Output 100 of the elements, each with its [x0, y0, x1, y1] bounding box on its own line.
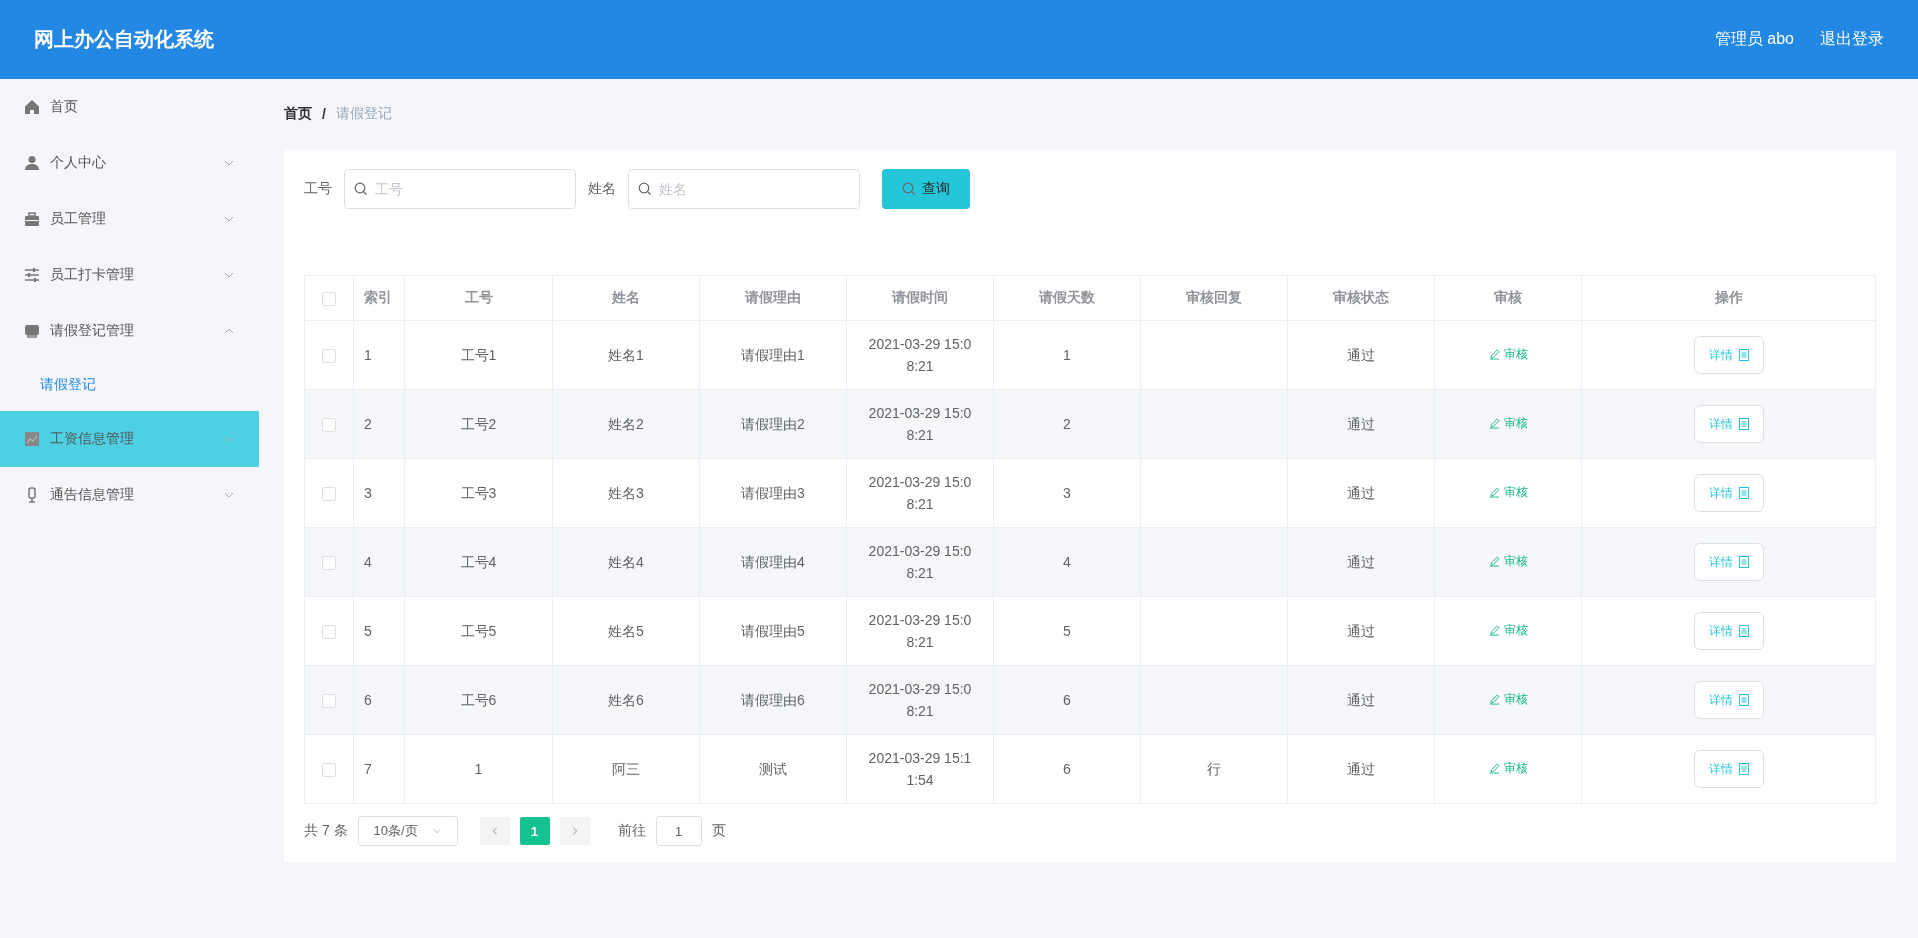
- search-field[interactable]: 工号: [344, 169, 576, 209]
- table-cell-text: 2021-03-29 15:08:21: [867, 473, 973, 514]
- checkbox[interactable]: [322, 292, 336, 307]
- table-cell: 请假理由5: [699, 596, 847, 666]
- review-button[interactable]: 审核: [1482, 414, 1534, 433]
- detail-button[interactable]: 详情: [1693, 681, 1764, 719]
- detail-button[interactable]: 详情: [1693, 612, 1764, 650]
- table-cell-text: 2021-03-29 15:11:54: [867, 749, 973, 790]
- search-icon: [354, 182, 368, 196]
- table-cell: 测试: [699, 734, 847, 804]
- pencil-icon: [1488, 556, 1500, 567]
- app-title: 网上办公自动化系统: [34, 27, 214, 52]
- table-cell: 请假理由6: [699, 665, 847, 735]
- table-cell: 4: [993, 527, 1141, 597]
- briefcase-icon: [24, 211, 40, 227]
- search-button[interactable]: 查询: [882, 169, 970, 209]
- checkbox[interactable]: [322, 694, 336, 709]
- table-cell-text: 2021-03-29 15:08:21: [867, 335, 973, 376]
- checkbox[interactable]: [322, 625, 336, 640]
- table-cell: 通过: [1287, 389, 1435, 459]
- table-cell: 行: [1140, 734, 1288, 804]
- detail-button[interactable]: 详情: [1693, 336, 1764, 374]
- field-label: 工号: [304, 180, 332, 198]
- table-cell: 阿三: [552, 734, 700, 804]
- sidebar-item[interactable]: 首页: [0, 79, 259, 135]
- checkbox[interactable]: [322, 556, 336, 571]
- search-icon: [902, 182, 916, 196]
- column-header: 姓名: [552, 275, 700, 321]
- sidebar-item[interactable]: 员工打卡管理: [0, 247, 259, 303]
- table-cell: 工号6: [404, 665, 553, 735]
- user-icon: [24, 155, 40, 171]
- pencil-icon: [1488, 349, 1500, 360]
- sidebar-item[interactable]: 工资信息管理: [0, 411, 259, 467]
- table-cell: 通过: [1287, 734, 1435, 804]
- pencil-icon: [1488, 625, 1500, 636]
- pencil-icon: [1488, 418, 1500, 429]
- table-cell: 工号4: [404, 527, 553, 597]
- review-button[interactable]: 审核: [1482, 690, 1534, 709]
- page-size-select[interactable]: 10条/页: [357, 816, 458, 846]
- sidebar-item[interactable]: 员工管理: [0, 191, 259, 247]
- review-button[interactable]: 审核: [1482, 483, 1534, 502]
- table-cell: 通过: [1287, 665, 1435, 735]
- tray-icon: [24, 323, 40, 339]
- table-cell: 1: [404, 734, 553, 804]
- chart-icon: [24, 431, 40, 447]
- table-cell: 工号3: [404, 458, 553, 528]
- total-count: 共 7 条: [304, 822, 348, 840]
- detail-button[interactable]: 详情: [1693, 543, 1764, 581]
- table-cell: 工号1: [404, 320, 553, 390]
- table-cell: 1: [993, 320, 1141, 390]
- pencil-icon: [1488, 694, 1500, 705]
- table-cell: 6: [353, 665, 405, 735]
- table-cell: 5: [993, 596, 1141, 666]
- column-header: 工号: [404, 275, 553, 321]
- next-page-button[interactable]: [559, 817, 590, 845]
- detail-button[interactable]: 详情: [1693, 405, 1764, 443]
- table-cell: 请假理由3: [699, 458, 847, 528]
- table-cell: 请假理由4: [699, 527, 847, 597]
- previous-page-button[interactable]: [479, 817, 510, 845]
- column-header: 索引: [353, 275, 405, 321]
- search-field[interactable]: 姓名: [628, 169, 860, 209]
- sidebar-item[interactable]: 通告信息管理: [0, 467, 259, 523]
- column-header: 审核回复: [1140, 275, 1288, 321]
- field-label: 姓名: [588, 180, 616, 198]
- submenu-item[interactable]: 请假登记: [0, 359, 259, 411]
- document-icon: [1738, 349, 1749, 361]
- checkbox[interactable]: [322, 763, 336, 778]
- table-cell: 7: [353, 734, 405, 804]
- logout-link[interactable]: 退出登录: [1820, 29, 1884, 50]
- review-button[interactable]: 审核: [1482, 345, 1534, 364]
- sidebar-item[interactable]: 个人中心: [0, 135, 259, 191]
- sidebar-item[interactable]: 请假登记管理: [0, 303, 259, 359]
- table-cell: 2: [353, 389, 405, 459]
- review-button[interactable]: 审核: [1482, 621, 1534, 640]
- table-cell-text: 2021-03-29 15:08:21: [867, 680, 973, 721]
- table-cell: 5: [353, 596, 405, 666]
- page-suffix: 页: [711, 822, 726, 840]
- table-cell: 姓名4: [552, 527, 700, 597]
- table-cell: 姓名2: [552, 389, 700, 459]
- table-cell: 工号2: [404, 389, 553, 459]
- column-header: 审核状态: [1287, 275, 1435, 321]
- table-cell: 姓名6: [552, 665, 700, 735]
- table-cell-text: 2021-03-29 15:08:21: [867, 404, 973, 445]
- page-number[interactable]: 1: [519, 817, 550, 845]
- table-cell: 姓名1: [552, 320, 700, 390]
- table-cell: 2: [993, 389, 1141, 459]
- breadcrumb-separator: /: [322, 106, 326, 122]
- checkbox[interactable]: [322, 418, 336, 433]
- checkbox[interactable]: [322, 349, 336, 364]
- breadcrumb-item[interactable]: 首页: [284, 105, 312, 123]
- document-icon: [1738, 625, 1749, 637]
- page-input[interactable]: 1: [655, 816, 702, 846]
- review-button[interactable]: 审核: [1482, 759, 1534, 778]
- review-button[interactable]: 审核: [1482, 552, 1534, 571]
- detail-button[interactable]: 详情: [1693, 750, 1764, 788]
- pencil-icon: [1488, 487, 1500, 498]
- detail-button[interactable]: 详情: [1693, 474, 1764, 512]
- checkbox[interactable]: [322, 487, 336, 502]
- table-cell: 通过: [1287, 458, 1435, 528]
- document-icon: [1738, 694, 1749, 706]
